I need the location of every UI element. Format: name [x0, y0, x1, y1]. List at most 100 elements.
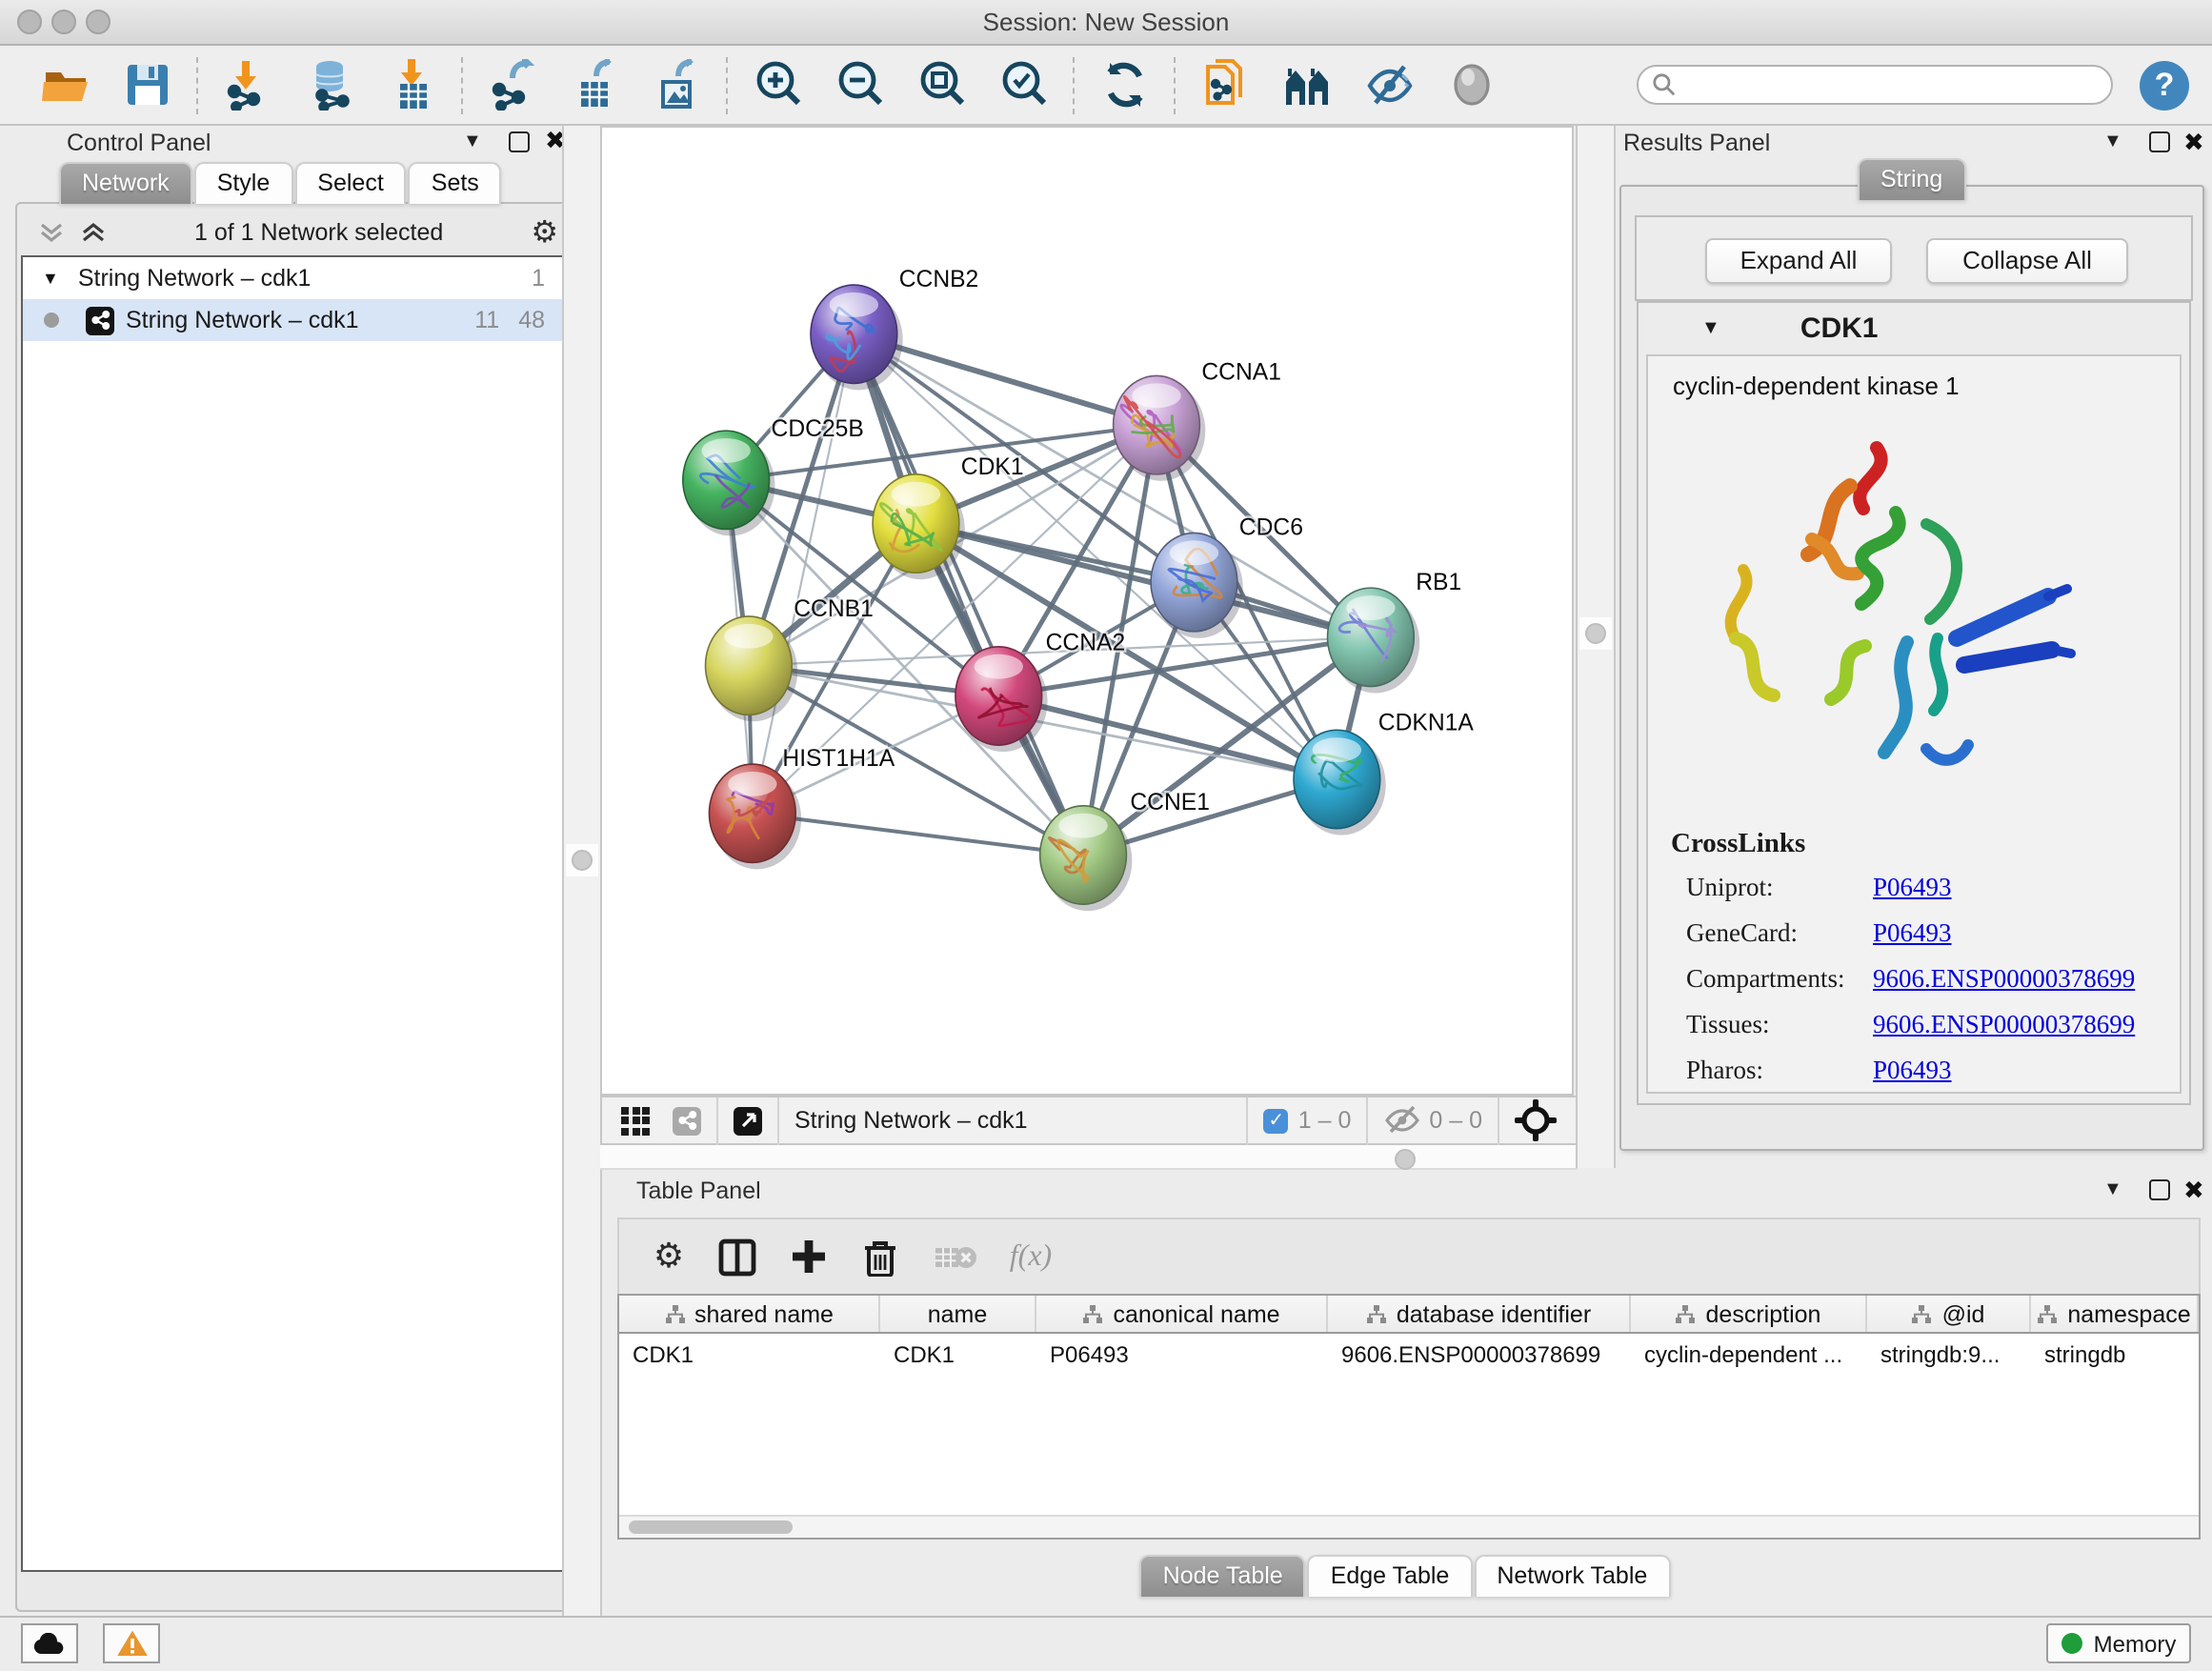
tab-network-table[interactable]: Network Table	[1474, 1555, 1670, 1597]
column-header-description[interactable]: description	[1631, 1296, 1867, 1332]
birds-eye-toggle-icon[interactable]	[734, 1106, 762, 1135]
cell-shared-name[interactable]: CDK1	[619, 1340, 880, 1367]
column-header-id[interactable]: @id	[1867, 1296, 2031, 1332]
fit-content-icon[interactable]	[1515, 1099, 1557, 1141]
export-network-icon[interactable]	[488, 59, 539, 111]
tab-edge-table[interactable]: Edge Table	[1308, 1555, 1473, 1597]
crosslink-value-link[interactable]: P06493	[1873, 1056, 1952, 1086]
panel-close-icon[interactable]: ✖	[2183, 127, 2204, 157]
open-session-icon[interactable]	[40, 59, 91, 111]
crosslink-value-link[interactable]: 9606.ENSP00000378699	[1873, 1010, 2135, 1040]
left-splitter-handle[interactable]	[566, 844, 598, 876]
warning-button[interactable]	[103, 1623, 160, 1663]
tab-network[interactable]: Network	[59, 162, 192, 204]
grid-view-icon[interactable]	[621, 1106, 650, 1135]
gear-icon[interactable]: ⚙	[531, 213, 558, 252]
network-node-CCNB2[interactable]	[811, 285, 903, 390]
crosslink-value-link[interactable]: 9606.ENSP00000378699	[1873, 964, 2135, 995]
column-header-name[interactable]: name	[880, 1296, 1036, 1332]
collapse-all-button[interactable]: Collapse All	[1926, 238, 2128, 284]
show-columns-icon[interactable]	[718, 1238, 764, 1276]
zoom-out-icon[interactable]	[835, 59, 886, 111]
column-header-canonical-name[interactable]: canonical name	[1036, 1296, 1328, 1332]
import-network-database-icon[interactable]	[305, 59, 356, 111]
section-collapse-icon[interactable]: ▼	[1701, 317, 1720, 338]
cell-canonical-name[interactable]: P06493	[1036, 1340, 1328, 1367]
panel-menu-icon[interactable]: ▼	[2103, 131, 2122, 152]
search-icon	[1652, 72, 1677, 97]
delete-column-icon[interactable]	[863, 1238, 909, 1276]
network-node-CDC6[interactable]	[1151, 533, 1243, 637]
import-network-icon[interactable]	[223, 59, 274, 111]
collapse-all-icon[interactable]	[38, 219, 65, 246]
zoom-in-icon[interactable]	[753, 59, 804, 111]
bottom-splitter-handle[interactable]	[1395, 1149, 1416, 1170]
network-node-CDC25B[interactable]	[683, 431, 775, 535]
left-splitter[interactable]	[562, 126, 602, 1616]
refresh-layout-icon[interactable]	[1099, 59, 1151, 111]
tab-string[interactable]: String	[1858, 158, 1965, 200]
tab-node-table[interactable]: Node Table	[1140, 1555, 1306, 1597]
delete-table-icon[interactable]	[935, 1241, 981, 1272]
hidden-eye-icon[interactable]	[1383, 1105, 1421, 1136]
network-canvas[interactable]: CCNB2CCNA1CDC25BCDK1CDC6RB1CCNB1CCNA2CDK…	[600, 126, 1574, 1096]
panel-menu-icon[interactable]: ▼	[463, 131, 482, 152]
cell-database-identifier[interactable]: 9606.ENSP00000378699	[1328, 1340, 1631, 1367]
horizontal-scrollbar[interactable]	[619, 1515, 2199, 1538]
cell-namespace[interactable]: stringdb	[2031, 1340, 2199, 1367]
scrollbar-thumb[interactable]	[629, 1520, 793, 1534]
zoom-fit-icon[interactable]	[916, 59, 968, 111]
expand-all-button[interactable]: Expand All	[1705, 238, 1892, 284]
network-edge[interactable]	[753, 334, 855, 814]
import-table-icon[interactable]	[387, 59, 438, 111]
network-edge[interactable]	[854, 334, 1083, 856]
panel-close-icon[interactable]: ✖	[2183, 1175, 2204, 1205]
show-all-icon[interactable]	[1446, 59, 1498, 111]
right-splitter[interactable]	[1576, 126, 1616, 1168]
expand-all-icon[interactable]	[80, 219, 107, 246]
tab-sets[interactable]: Sets	[409, 162, 502, 204]
selected-checkbox-icon[interactable]: ✓	[1264, 1108, 1289, 1133]
cell-name[interactable]: CDK1	[880, 1340, 1036, 1367]
memory-button[interactable]: Memory	[2046, 1623, 2191, 1663]
export-table-icon[interactable]	[570, 59, 621, 111]
cloud-button[interactable]	[21, 1623, 78, 1663]
cell-description[interactable]: cyclin-dependent ...	[1631, 1340, 1867, 1367]
search-input[interactable]	[1637, 65, 2113, 105]
column-header-shared-name[interactable]: shared name	[619, 1296, 880, 1332]
network-collection-row[interactable]: ▼ String Network – cdk1 1	[23, 257, 568, 299]
network-edge[interactable]	[753, 814, 1083, 856]
panel-float-icon[interactable]	[509, 131, 530, 152]
tree-expand-icon[interactable]: ▼	[42, 269, 59, 288]
function-builder-icon[interactable]: f(x)	[1008, 1239, 1054, 1274]
help-icon[interactable]: ?	[2140, 60, 2189, 110]
bottom-splitter[interactable]	[600, 1145, 1578, 1170]
table-row[interactable]: CDK1CDK1P064939606.ENSP00000378699cyclin…	[619, 1334, 2199, 1374]
open-in-string-icon[interactable]	[1200, 59, 1252, 111]
save-session-icon[interactable]	[122, 59, 173, 111]
network-node-CDKN1A[interactable]	[1294, 730, 1386, 835]
hide-selected-icon[interactable]	[1364, 59, 1416, 111]
add-column-icon[interactable]	[791, 1238, 836, 1275]
export-image-icon[interactable]	[652, 59, 703, 111]
right-splitter-handle[interactable]	[1579, 617, 1612, 650]
network-node-CCNE1[interactable]	[1040, 806, 1133, 911]
first-neighbors-icon[interactable]	[1282, 59, 1334, 111]
network-node-RB1[interactable]	[1328, 588, 1420, 693]
network-node-CDK1[interactable]	[873, 474, 965, 579]
table-gear-icon[interactable]: ⚙	[646, 1237, 692, 1277]
cell-id[interactable]: stringdb:9...	[1867, 1340, 2031, 1367]
tab-style[interactable]: Style	[194, 162, 293, 204]
crosslink-value-link[interactable]: P06493	[1873, 918, 1952, 949]
tab-select[interactable]: Select	[294, 162, 407, 204]
zoom-selected-icon[interactable]	[998, 59, 1050, 111]
panel-float-icon[interactable]	[2149, 1179, 2170, 1200]
network-row[interactable]: String Network – cdk1 11 48	[23, 299, 568, 341]
panel-float-icon[interactable]	[2149, 131, 2170, 152]
network-node-CCNA1[interactable]	[1114, 375, 1206, 480]
panel-menu-icon[interactable]: ▼	[2103, 1179, 2122, 1200]
column-header-database-identifier[interactable]: database identifier	[1328, 1296, 1631, 1332]
crosslink-value-link[interactable]: P06493	[1873, 873, 1952, 903]
column-header-namespace[interactable]: namespace	[2031, 1296, 2199, 1332]
network-overview-icon[interactable]	[673, 1106, 701, 1135]
